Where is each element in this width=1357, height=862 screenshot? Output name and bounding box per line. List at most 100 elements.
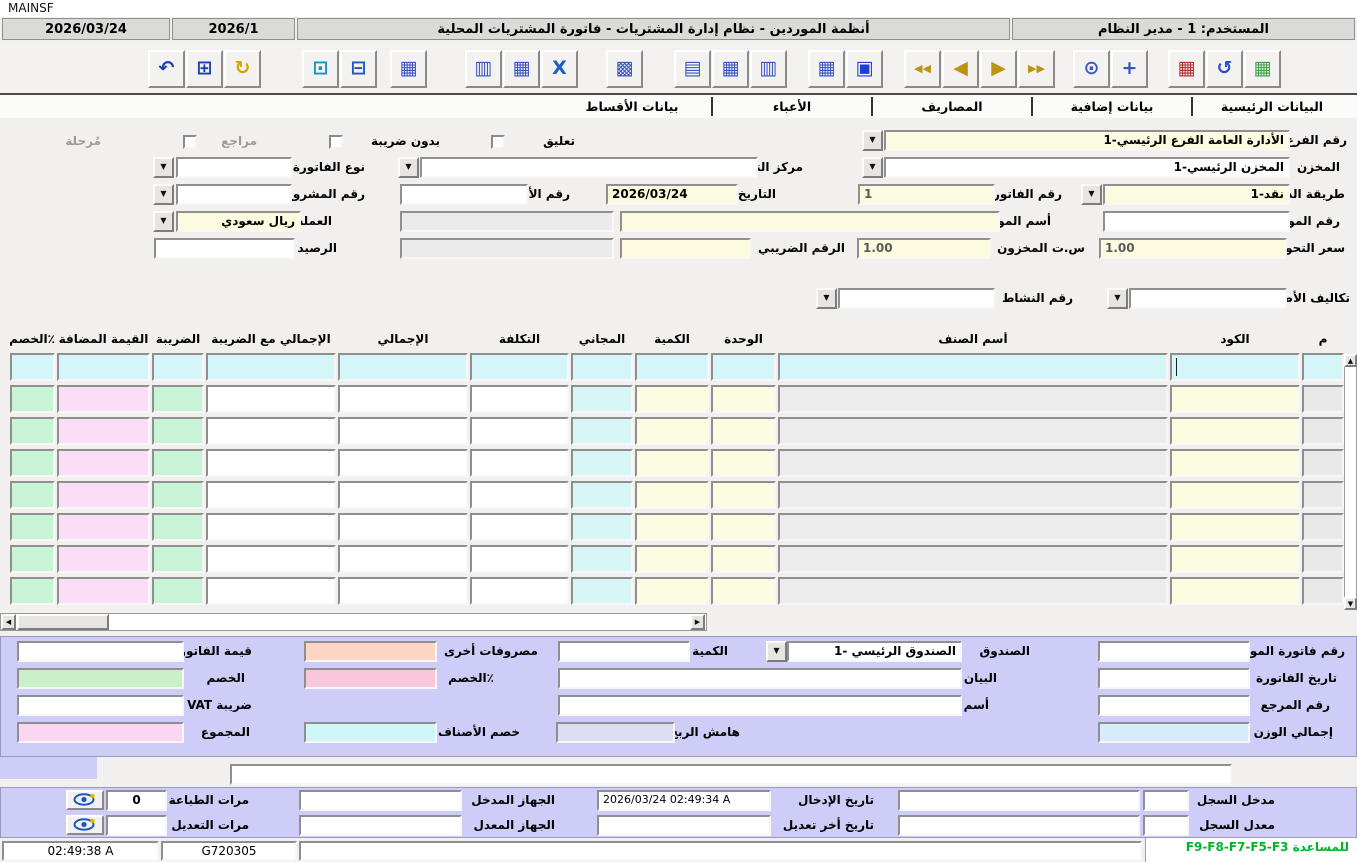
table-cell[interactable] — [152, 417, 204, 445]
supplier-invoice-no-field[interactable] — [1098, 641, 1250, 662]
table-cell[interactable] — [571, 545, 633, 573]
warehouse-field[interactable]: المخزن الرئيسي-1 — [884, 157, 1290, 178]
table-cell[interactable] — [711, 385, 776, 413]
table-cell[interactable] — [1170, 481, 1300, 509]
tab-expenses[interactable]: المصاريف — [873, 99, 1031, 114]
table-cell[interactable] — [152, 353, 204, 381]
table-cell[interactable] — [10, 545, 55, 573]
table-cell[interactable] — [711, 449, 776, 477]
table-cell[interactable] — [57, 513, 150, 541]
scroll-right-button[interactable]: ▶ — [690, 614, 705, 630]
table-cell[interactable] — [571, 481, 633, 509]
table-cell[interactable] — [206, 385, 336, 413]
comment-checkbox[interactable] — [491, 135, 505, 149]
table-cell[interactable] — [10, 417, 55, 445]
table-cell[interactable] — [1302, 385, 1344, 413]
nav-first-button[interactable]: ◀◀ — [904, 50, 941, 88]
back-button[interactable]: ↶ — [148, 50, 185, 88]
refresh-button[interactable]: ↺ — [1206, 50, 1243, 88]
table-cell[interactable] — [1170, 449, 1300, 477]
table-cell[interactable] — [470, 449, 569, 477]
tax-number-field[interactable] — [620, 238, 751, 259]
table-cell[interactable] — [338, 385, 468, 413]
balance-field[interactable] — [154, 238, 295, 259]
crosshair-button[interactable]: + — [1111, 50, 1148, 88]
table-cell[interactable] — [206, 353, 336, 381]
table-cell[interactable] — [711, 513, 776, 541]
table-cell[interactable] — [57, 385, 150, 413]
save-button[interactable]: ▣ — [846, 50, 883, 88]
table-cell[interactable] — [778, 417, 1168, 445]
table-cell[interactable] — [778, 545, 1168, 573]
doc-grid2-button[interactable]: ▥ — [750, 50, 787, 88]
table-cell[interactable] — [571, 353, 633, 381]
table-cell[interactable] — [152, 513, 204, 541]
table-cell[interactable] — [571, 577, 633, 605]
table-cell[interactable] — [10, 513, 55, 541]
table-cell[interactable] — [470, 481, 569, 509]
date-field[interactable]: 2026/03/24 — [606, 184, 738, 205]
table-cell[interactable] — [470, 353, 569, 381]
table-cell[interactable] — [1302, 417, 1344, 445]
table-cell[interactable] — [1170, 513, 1300, 541]
table-cell[interactable] — [152, 577, 204, 605]
table-cell[interactable] — [57, 449, 150, 477]
cashbox-field[interactable]: الصندوق الرئيسي -1 — [787, 641, 962, 662]
lock-refresh-button[interactable]: ↻ — [224, 50, 261, 88]
table-cell[interactable] — [1302, 577, 1344, 605]
table-cell[interactable] — [338, 545, 468, 573]
items-grid-button[interactable]: ▦ — [503, 50, 540, 88]
note-field[interactable] — [230, 764, 1232, 785]
warehouse-dropdown-button[interactable]: ▼ — [862, 157, 883, 178]
activity-no-field[interactable] — [838, 288, 995, 309]
table-cell[interactable] — [152, 385, 204, 413]
table-cell[interactable] — [10, 353, 55, 381]
table-cell[interactable] — [152, 545, 204, 573]
table-cell[interactable] — [711, 481, 776, 509]
table-cell[interactable] — [635, 577, 709, 605]
table-cell[interactable] — [470, 385, 569, 413]
table-cell[interactable] — [1170, 417, 1300, 445]
grid-delete-button[interactable]: ▦ — [1168, 50, 1205, 88]
table-cell[interactable] — [635, 481, 709, 509]
table-cell[interactable] — [778, 385, 1168, 413]
table-cell[interactable] — [711, 577, 776, 605]
table-cell[interactable] — [711, 417, 776, 445]
table-cell[interactable] — [635, 513, 709, 541]
grid-tools-button[interactable]: ▦ — [390, 50, 427, 88]
table-cell[interactable] — [57, 577, 150, 605]
table-cell[interactable] — [470, 513, 569, 541]
table-cell[interactable] — [778, 449, 1168, 477]
table-cell[interactable] — [206, 481, 336, 509]
table-cell[interactable] — [338, 513, 468, 541]
table-cell[interactable] — [152, 481, 204, 509]
table-cell[interactable] — [470, 545, 569, 573]
discount-field[interactable] — [17, 668, 184, 689]
vertical-scrollbar[interactable] — [1344, 354, 1357, 610]
table-cell[interactable] — [57, 417, 150, 445]
order-no-field[interactable] — [400, 184, 528, 205]
tab-installments[interactable]: بيانات الأقساط — [553, 99, 711, 114]
table-cell[interactable] — [711, 353, 776, 381]
table-cell[interactable] — [1302, 449, 1344, 477]
table-cell[interactable] — [635, 353, 709, 381]
item-costs-field[interactable] — [1129, 288, 1287, 309]
invoice-date-field[interactable] — [1098, 668, 1250, 689]
view-modify-log-button[interactable] — [66, 815, 104, 835]
search-button[interactable]: ⊙ — [1073, 50, 1110, 88]
statement-field[interactable] — [558, 668, 962, 689]
calc-grid-button[interactable]: ▦ — [808, 50, 845, 88]
tab-main-data[interactable]: البيانات الرئيسية — [1193, 99, 1351, 114]
table-cell[interactable] — [338, 353, 468, 381]
table-cell[interactable] — [206, 449, 336, 477]
grid-star-button[interactable]: ▩ — [606, 50, 643, 88]
driver-name-field[interactable] — [558, 695, 962, 716]
vat-field[interactable] — [17, 695, 184, 716]
activity-no-dropdown-button[interactable]: ▼ — [816, 288, 837, 309]
scroll-down-button[interactable]: ▼ — [1344, 597, 1357, 610]
print-button[interactable]: ▤ — [674, 50, 711, 88]
table-cell[interactable] — [57, 481, 150, 509]
table-cell[interactable] — [338, 577, 468, 605]
scrollbar-thumb[interactable] — [17, 614, 109, 630]
table-cell[interactable] — [635, 449, 709, 477]
